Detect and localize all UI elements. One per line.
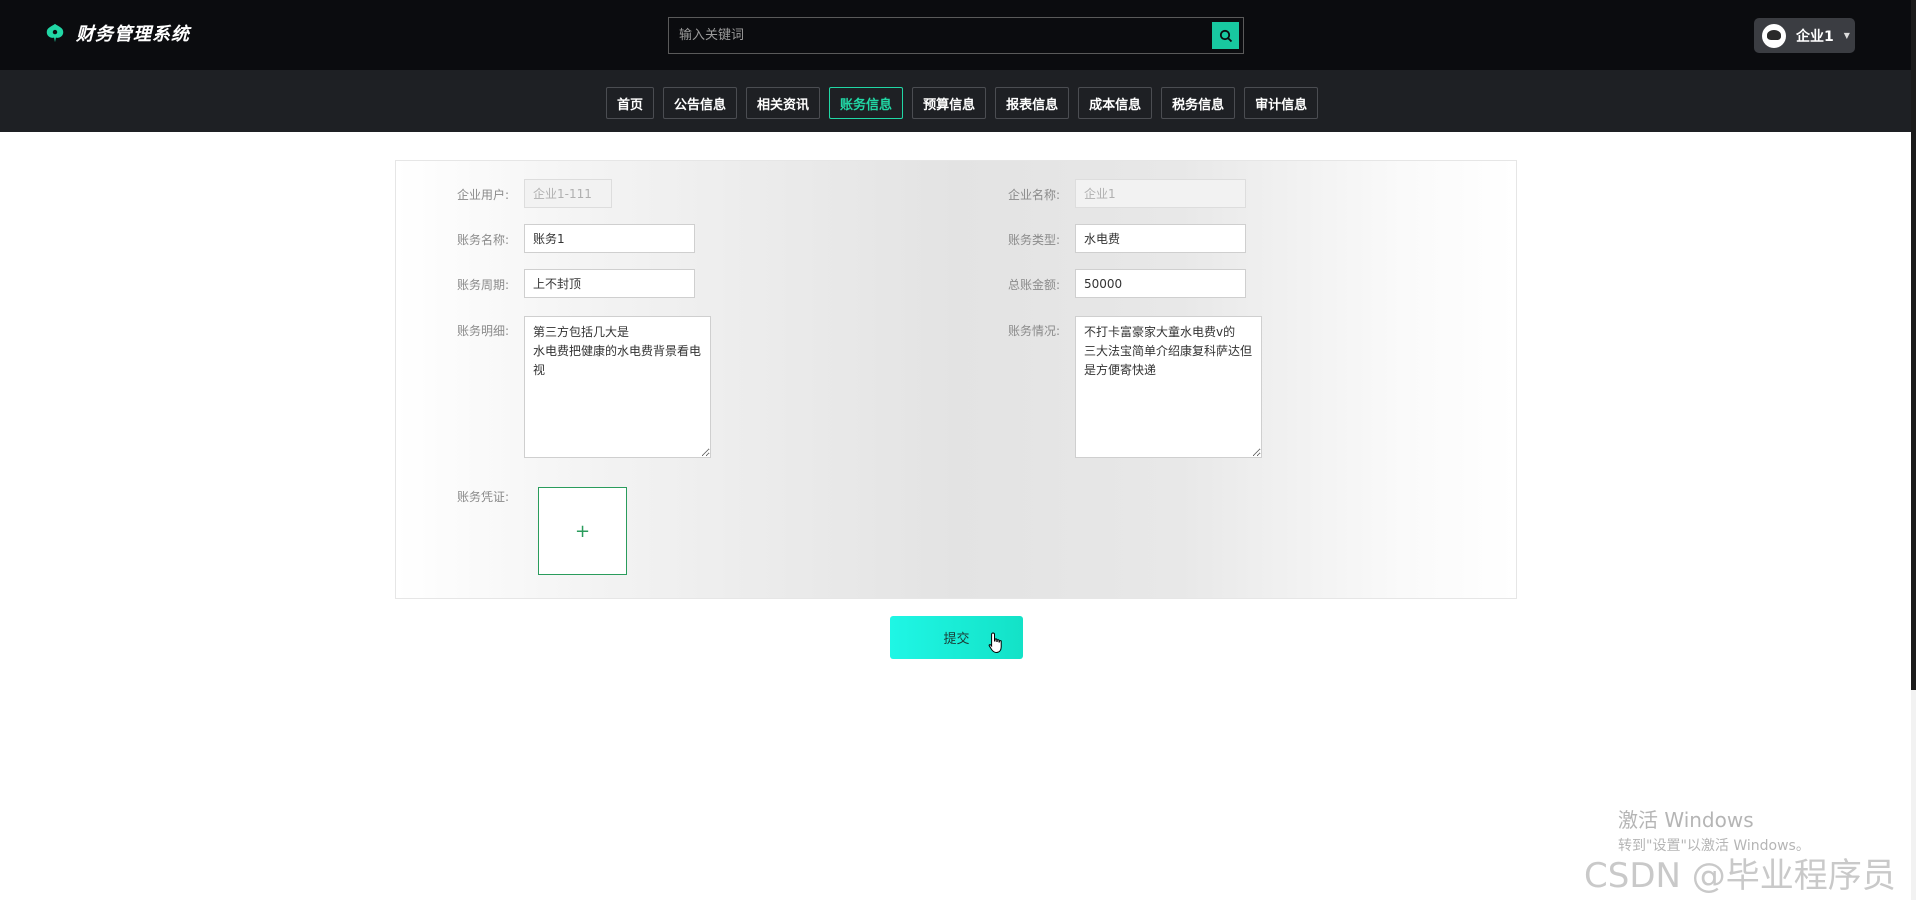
total-amount-label: 总账金额: (1007, 278, 1060, 292)
search-bar (668, 17, 1244, 54)
user-menu[interactable]: 企业1 ▼ (1754, 18, 1855, 53)
nav-item-cost[interactable]: 成本信息 (1078, 87, 1153, 119)
nav-item-home[interactable]: 首页 (606, 87, 655, 119)
nav-tabs: 首页 公告信息 相关资讯 账务信息 预算信息 报表信息 成本信息 税务信息 审计… (606, 87, 1319, 119)
app-title: 财务管理系统 (76, 24, 190, 45)
enterprise-name-label: 企业名称: (1007, 188, 1060, 202)
leaf-logo-icon (46, 23, 64, 43)
hand-pointer-icon (988, 632, 1002, 654)
account-name-field[interactable] (524, 224, 695, 253)
account-detail-textarea[interactable]: 第三方包括几大是 水电费把健康的水电费背景看电视 (524, 316, 711, 458)
search-icon (1219, 29, 1232, 42)
account-period-label: 账务周期: (456, 278, 509, 292)
nav-item-accounts[interactable]: 账务信息 (829, 87, 904, 119)
nav-item-tax[interactable]: 税务信息 (1161, 87, 1236, 119)
main-nav: 首页 公告信息 相关资讯 账务信息 预算信息 报表信息 成本信息 税务信息 审计… (0, 70, 1916, 132)
scrollbar[interactable] (1911, 0, 1916, 900)
account-type-label: 账务类型: (1007, 233, 1060, 247)
account-name-label: 账务名称: (456, 233, 509, 247)
search-button[interactable] (1212, 22, 1239, 49)
voucher-upload-button[interactable]: + (538, 487, 627, 575)
account-form-panel: 企业用户: 企业名称: 账务名称: 账务类型: 账务周期: 总账金额: 账务明细… (395, 160, 1517, 599)
user-name: 企业1 (1796, 28, 1834, 45)
nav-item-budget[interactable]: 预算信息 (912, 87, 987, 119)
nav-item-audit[interactable]: 审计信息 (1244, 87, 1319, 119)
nav-item-news[interactable]: 相关资讯 (746, 87, 821, 119)
account-status-textarea[interactable]: 不打卡富豪家大童水电费v的 三大法宝简单介绍康复科萨达但是方便寄快递 (1075, 316, 1262, 458)
avatar (1762, 23, 1786, 48)
enterprise-user-field[interactable] (524, 179, 612, 208)
top-header: 财务管理系统 企业1 ▼ (0, 0, 1916, 70)
enterprise-user-label: 企业用户: (456, 188, 509, 202)
account-period-field[interactable] (524, 269, 695, 298)
app-logo[interactable]: 财务管理系统 (44, 20, 190, 46)
account-detail-label: 账务明细: (456, 324, 509, 338)
nav-item-reports[interactable]: 报表信息 (995, 87, 1070, 119)
windows-activation-title: 激活 Windows (1618, 808, 1754, 832)
total-amount-field[interactable] (1075, 269, 1246, 298)
enterprise-name-field[interactable] (1075, 179, 1246, 208)
voucher-label: 账务凭证: (456, 490, 509, 504)
scrollbar-thumb[interactable] (1911, 0, 1916, 690)
account-type-field[interactable] (1075, 224, 1246, 253)
chevron-down-icon: ▼ (1843, 31, 1850, 40)
nav-item-announcements[interactable]: 公告信息 (663, 87, 738, 119)
search-input[interactable] (669, 18, 1199, 53)
csdn-watermark: CSDN @毕业程序员 (1584, 856, 1896, 896)
plus-icon: + (574, 520, 591, 542)
account-status-label: 账务情况: (1007, 324, 1060, 338)
